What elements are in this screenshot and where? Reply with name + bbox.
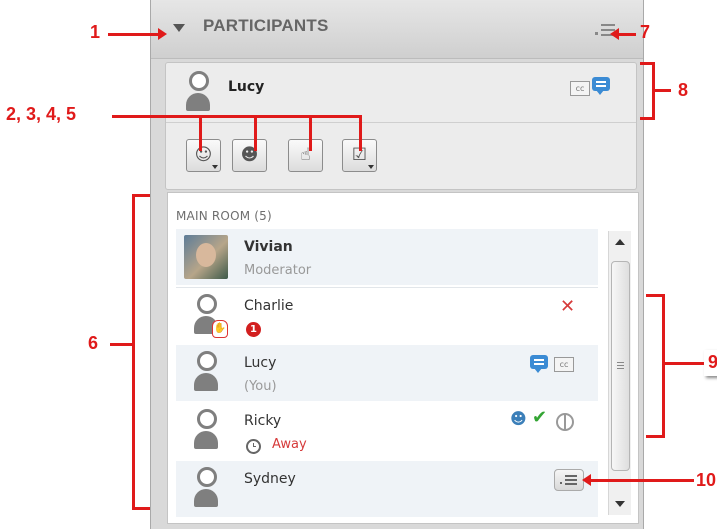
callout-line [359, 115, 362, 151]
list-item[interactable]: Lucy (You) cc [176, 345, 598, 401]
remove-icon[interactable]: ✕ [560, 296, 575, 317]
raise-hand-button[interactable]: ☝ [288, 139, 323, 172]
participant-role: Moderator [244, 263, 312, 278]
bracket-line [132, 194, 135, 510]
clock-icon [246, 439, 261, 454]
panel-header[interactable]: PARTICIPANTS [151, 0, 643, 59]
callout-9: 9 [708, 352, 717, 372]
bracket-line [132, 194, 150, 197]
participants-panel: PARTICIPANTS Lucy cc ☺ ☻ ☝ ☑ MAIN ROOM (… [150, 0, 644, 529]
callout-7: 7 [640, 22, 651, 42]
bracket-line [132, 507, 150, 510]
callout-10: 10 [696, 470, 717, 490]
callout-line [112, 115, 362, 118]
participant-name: Lucy [244, 355, 277, 371]
arrowhead [582, 474, 591, 486]
callout-line [199, 115, 202, 151]
emotion-button[interactable]: ☺ [186, 139, 221, 172]
bracket-line [655, 89, 671, 92]
callout-line [254, 115, 257, 151]
callout-6: 6 [88, 333, 99, 353]
globe-icon [556, 413, 574, 431]
bracket-line [640, 117, 654, 120]
user-avatar-icon: ✋ [192, 294, 228, 338]
participant-name: Sydney [244, 471, 296, 487]
user-avatar-icon [192, 409, 218, 453]
notification-badge: 1 [246, 322, 261, 337]
scroll-thumb[interactable] [611, 261, 630, 471]
bracket-line [640, 62, 654, 65]
callout-line [588, 479, 694, 482]
chat-icon[interactable] [530, 355, 548, 373]
profile-button[interactable]: ☻ [232, 139, 267, 172]
list-item[interactable]: Sydney [176, 461, 598, 517]
list-item[interactable]: Vivian Moderator [176, 229, 598, 285]
bracket-line [110, 343, 132, 346]
webcam-icon[interactable]: ☻ [510, 409, 527, 428]
room-label: MAIN ROOM (5) [176, 209, 272, 223]
bracket-line [662, 294, 665, 438]
user-avatar-icon [184, 71, 210, 115]
bracket-line [646, 294, 664, 297]
bracket-line [646, 435, 664, 438]
hand-raised-icon: ✋ [212, 320, 228, 338]
check-icon: ✔ [532, 407, 548, 428]
participant-name: Vivian [244, 239, 293, 255]
arrowhead [158, 28, 167, 40]
bracket-line [665, 362, 705, 365]
callout-1: 1 [90, 22, 101, 42]
away-status: Away [272, 437, 307, 452]
callout-2345: 2, 3, 4, 5 [6, 104, 77, 124]
collapse-triangle-icon[interactable] [173, 24, 185, 32]
scroll-down-icon[interactable] [615, 501, 625, 507]
participant-name: Ricky [244, 413, 282, 429]
cc-icon[interactable]: cc [570, 81, 590, 96]
divider [166, 122, 636, 123]
callout-8: 8 [678, 80, 689, 100]
list-item[interactable]: Ricky Away ☻ ✔ [176, 403, 598, 459]
user-avatar-icon [192, 467, 218, 511]
participant-menu-icon[interactable] [554, 469, 584, 491]
my-name: Lucy [228, 79, 265, 95]
arrowhead [610, 28, 619, 40]
list-item[interactable]: ✋ Charlie 1 ✕ [176, 287, 598, 344]
cc-icon[interactable]: cc [554, 357, 574, 372]
participant-name: Charlie [244, 298, 294, 314]
scrollbar[interactable] [608, 231, 631, 515]
callout-line [309, 115, 312, 151]
main-room-list: MAIN ROOM (5) Vivian Moderator ✋ Charlie… [167, 192, 639, 524]
callout-line [108, 33, 160, 36]
my-status-area: Lucy cc ☺ ☻ ☝ ☑ [165, 62, 637, 190]
participant-note: (You) [244, 379, 277, 394]
user-avatar-icon [192, 351, 218, 395]
callout-line [618, 33, 636, 36]
panel-title: PARTICIPANTS [203, 16, 329, 35]
user-photo [184, 235, 228, 279]
scroll-up-icon[interactable] [615, 239, 625, 245]
chat-icon[interactable] [592, 77, 610, 95]
